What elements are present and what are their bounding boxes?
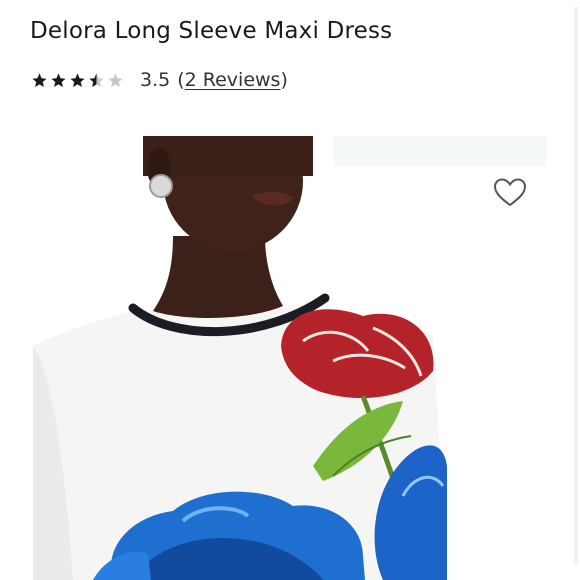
- star-rating: [31, 72, 126, 89]
- reviews-link[interactable]: 2 Reviews: [185, 69, 281, 91]
- reviews-open-paren: (: [177, 69, 185, 91]
- star-icon: [69, 72, 86, 89]
- page-scrollbar[interactable]: [574, 6, 578, 566]
- heart-outline-icon: [493, 178, 527, 207]
- star-icon: [50, 72, 67, 89]
- reviews-count: (2 Reviews): [177, 69, 288, 91]
- rating-row: 3.5 (2 Reviews): [31, 66, 288, 94]
- star-icon: [31, 72, 48, 89]
- wishlist-button[interactable]: [493, 177, 527, 209]
- rating-value: 3.5: [140, 69, 171, 91]
- star-half-icon: [88, 72, 105, 89]
- product-title: Delora Long Sleeve Maxi Dress: [30, 18, 393, 44]
- star-empty-icon: [107, 72, 124, 89]
- product-photo-illustration: [33, 136, 547, 580]
- product-image[interactable]: [33, 136, 547, 580]
- reviews-close-paren: ): [280, 69, 288, 91]
